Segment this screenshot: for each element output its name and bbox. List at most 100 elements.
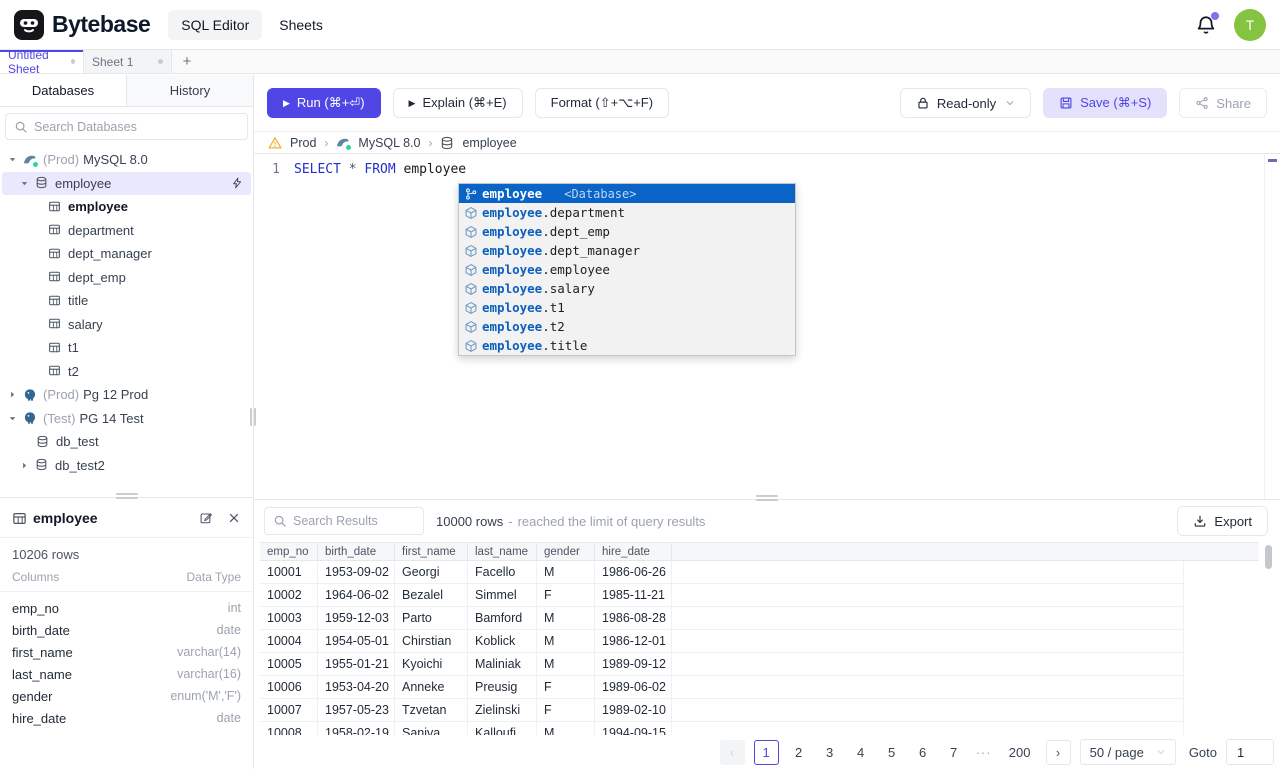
table-cell[interactable]: 1959-12-03 bbox=[318, 607, 395, 629]
bytebase-logo[interactable]: Bytebase bbox=[14, 9, 151, 40]
table-cell[interactable]: Simmel bbox=[468, 584, 537, 606]
chevron-right-icon[interactable] bbox=[8, 390, 17, 399]
table-row[interactable]: 10003 1959-12-03 Parto Bamford M 1986-08… bbox=[260, 607, 1184, 630]
table-cell[interactable]: 10005 bbox=[260, 653, 318, 675]
column-header[interactable]: first_name bbox=[395, 543, 468, 560]
suggest-item[interactable]: employee .salary bbox=[459, 279, 795, 298]
tree-item-instance-pg12[interactable]: (Prod) Pg 12 Prod bbox=[0, 383, 253, 407]
table-cell[interactable]: 1986-12-01 bbox=[595, 630, 672, 652]
table-cell[interactable]: M bbox=[537, 607, 595, 629]
breadcrumb-env[interactable]: Prod bbox=[290, 136, 316, 150]
suggest-item[interactable]: employee .dept_manager bbox=[459, 241, 795, 260]
share-button[interactable]: Share bbox=[1179, 88, 1267, 118]
results-search-box[interactable] bbox=[264, 507, 424, 535]
column-header[interactable]: emp_no bbox=[260, 543, 318, 560]
goto-page-input[interactable] bbox=[1226, 739, 1274, 765]
explain-button[interactable]: ▶ Explain (⌘+E) bbox=[392, 88, 523, 118]
table-row[interactable]: 10001 1953-09-02 Georgi Facello M 1986-0… bbox=[260, 561, 1184, 584]
table-cell[interactable]: 10007 bbox=[260, 699, 318, 721]
tree-item-table-employee[interactable]: employee bbox=[0, 195, 253, 219]
table-cell[interactable]: 10001 bbox=[260, 561, 318, 583]
chevron-down-icon[interactable] bbox=[8, 155, 17, 164]
tree-item-table-title[interactable]: title bbox=[0, 289, 253, 313]
run-button[interactable]: ▶ Run (⌘+⏎) bbox=[267, 88, 381, 118]
tree-item-table-t1[interactable]: t1 bbox=[0, 336, 253, 360]
table-cell[interactable]: 1989-09-12 bbox=[595, 653, 672, 675]
table-cell[interactable]: 1954-05-01 bbox=[318, 630, 395, 652]
table-cell[interactable]: Facello bbox=[468, 561, 537, 583]
save-button[interactable]: Save (⌘+S) bbox=[1043, 88, 1168, 118]
table-cell[interactable]: 1986-08-28 bbox=[595, 607, 672, 629]
table-cell[interactable]: Anneke bbox=[395, 676, 468, 698]
tree-item-table-dept-emp[interactable]: dept_emp bbox=[0, 266, 253, 290]
suggest-item-selected[interactable]: employee <Database> bbox=[459, 184, 795, 203]
page-5[interactable]: 5 bbox=[881, 745, 903, 760]
table-cell[interactable]: 10006 bbox=[260, 676, 318, 698]
nav-sql-editor[interactable]: SQL Editor bbox=[168, 9, 263, 40]
editor-minimap[interactable] bbox=[1264, 154, 1280, 499]
tab-history[interactable]: History bbox=[126, 75, 253, 106]
page-6[interactable]: 6 bbox=[912, 745, 934, 760]
page-7[interactable]: 7 bbox=[943, 745, 965, 760]
nav-sheets[interactable]: Sheets bbox=[266, 10, 336, 40]
table-cell[interactable]: 1953-09-02 bbox=[318, 561, 395, 583]
add-sheet-button[interactable]: + bbox=[172, 50, 202, 73]
column-header[interactable]: birth_date bbox=[318, 543, 395, 560]
sql-editor[interactable]: 1 SELECT * FROM employee employee <Datab… bbox=[254, 154, 1280, 499]
breadcrumb-database[interactable]: employee bbox=[462, 136, 516, 150]
table-cell[interactable]: M bbox=[537, 561, 595, 583]
suggest-item[interactable]: employee .t1 bbox=[459, 298, 795, 317]
export-button[interactable]: Export bbox=[1177, 506, 1268, 536]
page-200[interactable]: 200 bbox=[1003, 745, 1037, 760]
table-cell[interactable]: M bbox=[537, 630, 595, 652]
column-header[interactable]: last_name bbox=[468, 543, 537, 560]
page-4[interactable]: 4 bbox=[850, 745, 872, 760]
table-cell[interactable]: 1986-06-26 bbox=[595, 561, 672, 583]
search-databases-input[interactable] bbox=[34, 119, 239, 134]
table-cell[interactable]: Chirstian bbox=[395, 630, 468, 652]
table-cell[interactable]: 10003 bbox=[260, 607, 318, 629]
suggest-item[interactable]: employee .department bbox=[459, 203, 795, 222]
table-cell[interactable]: 1964-06-02 bbox=[318, 584, 395, 606]
table-row[interactable]: 10006 1953-04-20 Anneke Preusig F 1989-0… bbox=[260, 676, 1184, 699]
tree-item-database-db-test2[interactable]: db_test2 bbox=[0, 454, 253, 478]
read-only-dropdown[interactable]: Read-only bbox=[899, 88, 1032, 118]
table-row[interactable]: 10004 1954-05-01 Chirstian Koblick M 198… bbox=[260, 630, 1184, 653]
tab-databases[interactable]: Databases bbox=[0, 75, 126, 106]
table-scrollbar[interactable] bbox=[1265, 545, 1272, 569]
table-cell[interactable]: F bbox=[537, 676, 595, 698]
column-header[interactable]: hire_date bbox=[595, 543, 672, 560]
database-search-box[interactable] bbox=[5, 113, 248, 140]
page-2[interactable]: 2 bbox=[788, 745, 810, 760]
column-header[interactable]: gender bbox=[537, 543, 595, 560]
table-cell[interactable]: 10004 bbox=[260, 630, 318, 652]
tree-item-database-employee[interactable]: employee bbox=[2, 171, 251, 195]
table-cell[interactable]: 1953-04-20 bbox=[318, 676, 395, 698]
table-cell[interactable]: Bezalel bbox=[395, 584, 468, 606]
tree-item-instance-pg14[interactable]: (Test) PG 14 Test bbox=[0, 407, 253, 431]
next-page-button[interactable]: › bbox=[1045, 739, 1071, 765]
table-cell[interactable]: F bbox=[537, 699, 595, 721]
table-cell[interactable]: 1989-06-02 bbox=[595, 676, 672, 698]
table-cell[interactable]: 1955-01-21 bbox=[318, 653, 395, 675]
page-size-select[interactable]: 50 / page bbox=[1079, 739, 1176, 765]
breadcrumb-instance[interactable]: MySQL 8.0 bbox=[358, 136, 420, 150]
table-cell[interactable]: Bamford bbox=[468, 607, 537, 629]
panel-resize-handle[interactable] bbox=[115, 493, 138, 499]
tree-item-table-dept-manager[interactable]: dept_manager bbox=[0, 242, 253, 266]
page-1-current[interactable]: 1 bbox=[753, 739, 779, 765]
page-3[interactable]: 3 bbox=[819, 745, 841, 760]
tree-item-table-t2[interactable]: t2 bbox=[0, 360, 253, 384]
table-cell[interactable]: Koblick bbox=[468, 630, 537, 652]
tab-sheet-1[interactable]: Sheet 1 bbox=[84, 50, 172, 73]
notification-bell-icon[interactable] bbox=[1196, 11, 1219, 35]
results-resize-handle[interactable] bbox=[756, 495, 778, 501]
table-row[interactable]: 10002 1964-06-02 Bezalel Simmel F 1985-1… bbox=[260, 584, 1184, 607]
table-cell[interactable]: F bbox=[537, 584, 595, 606]
table-row[interactable]: 10007 1957-05-23 Tzvetan Zielinski F 198… bbox=[260, 699, 1184, 722]
table-cell[interactable]: Preusig bbox=[468, 676, 537, 698]
avatar[interactable]: T bbox=[1234, 8, 1266, 41]
table-cell[interactable]: 1985-11-21 bbox=[595, 584, 672, 606]
table-cell[interactable]: Maliniak bbox=[468, 653, 537, 675]
tree-item-instance-mysql[interactable]: (Prod) MySQL 8.0 bbox=[0, 148, 253, 172]
